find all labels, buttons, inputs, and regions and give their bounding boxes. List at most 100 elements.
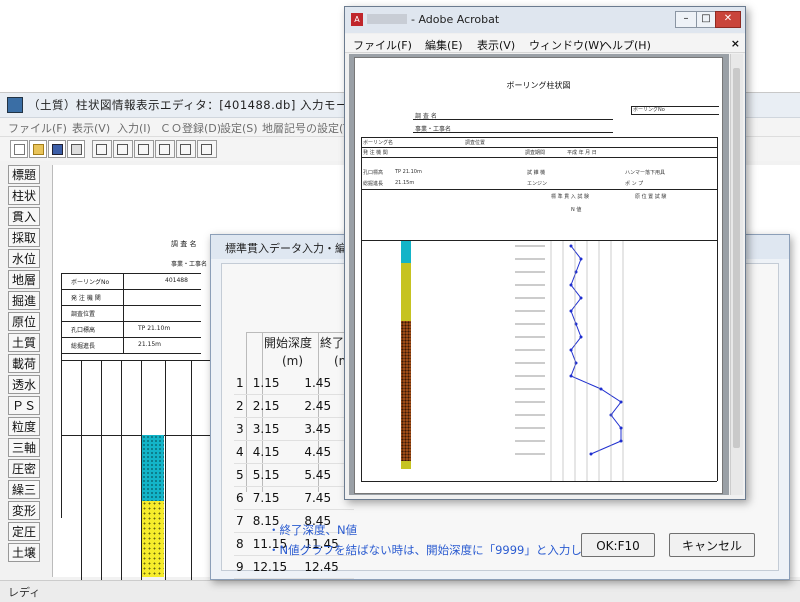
- toolbar-btn-4-icon[interactable]: [155, 140, 175, 158]
- side-button[interactable]: 地層: [8, 270, 40, 289]
- side-button[interactable]: 柱状: [8, 186, 40, 205]
- side-button[interactable]: 透水: [8, 375, 40, 394]
- sheet-row-label: 発 注 機 関: [71, 295, 101, 302]
- open-folder-icon[interactable]: [29, 140, 47, 158]
- end-depth-cell[interactable]: 12.45: [302, 555, 354, 579]
- cancel-button[interactable]: キャンセル: [669, 533, 755, 557]
- close-document-icon[interactable]: ×: [731, 37, 740, 50]
- start-depth-cell[interactable]: 4.15: [250, 440, 303, 464]
- nvalue-point: [569, 374, 573, 378]
- start-depth-cell[interactable]: 1.15: [250, 372, 303, 395]
- side-button[interactable]: 標題: [8, 165, 40, 184]
- start-depth-cell[interactable]: 5.15: [250, 463, 303, 487]
- nvalue-point: [569, 348, 573, 352]
- row-number: 3: [234, 417, 251, 441]
- menu-input[interactable]: 入力(I): [117, 120, 151, 136]
- nvalue-point: [569, 283, 573, 287]
- acro-menu-help[interactable]: ヘルプ(H): [601, 37, 651, 53]
- side-button[interactable]: 掘進: [8, 291, 40, 310]
- side-button[interactable]: 貫入: [8, 207, 40, 226]
- status-text: レディ: [8, 586, 41, 599]
- acro-menu-window[interactable]: ウィンドウ(W): [529, 37, 603, 53]
- acrobat-title-bar: A - Adobe Acrobat – □ ✕: [345, 7, 745, 33]
- document-view: ボーリング柱状図 調 査 名 事業・工事名 ボーリングNo ボーリング名 調査位…: [349, 54, 729, 495]
- table-row[interactable]: 4 4.15 4.45: [234, 440, 354, 464]
- menu-file[interactable]: ファイル(F): [8, 120, 67, 136]
- side-button[interactable]: 三軸: [8, 438, 40, 457]
- row-number: 2: [234, 394, 251, 418]
- start-depth-cell[interactable]: 7.15: [250, 486, 303, 510]
- ok-button[interactable]: OK:F10: [581, 533, 655, 557]
- side-button[interactable]: 採取: [8, 228, 40, 247]
- nvalue-point: [579, 335, 583, 339]
- side-button[interactable]: 土質: [8, 333, 40, 352]
- print-icon[interactable]: [67, 140, 85, 158]
- side-button[interactable]: 粒度: [8, 417, 40, 436]
- nvalue-point: [599, 387, 603, 391]
- nvalue-point: [619, 439, 623, 443]
- side-button[interactable]: 水位: [8, 249, 40, 268]
- row-number: 7: [234, 509, 251, 533]
- note-end-depth: ・終了深度、N値: [268, 523, 358, 537]
- soil-layer-clay: [142, 435, 164, 501]
- pdf-page: ボーリング柱状図 調 査 名 事業・工事名 ボーリングNo ボーリング名 調査位…: [354, 57, 723, 494]
- side-button[interactable]: 原位: [8, 312, 40, 331]
- sheet-row-value: TP 21.10m: [138, 325, 171, 332]
- status-bar: レディ: [0, 580, 800, 602]
- table-row[interactable]: 3 3.15 3.45: [234, 417, 354, 441]
- start-depth-cell[interactable]: 12.15: [250, 555, 303, 579]
- menu-settings[interactable]: 設定(S): [220, 120, 258, 136]
- menu-register[interactable]: ＣＯ登録(D): [160, 120, 221, 136]
- col-header-start-unit: (m): [282, 354, 304, 368]
- acro-menu-view[interactable]: 表示(V): [477, 37, 515, 53]
- row-number: 1: [234, 372, 251, 395]
- dialog-title: 標準貫入データ入力・編集: [225, 242, 357, 255]
- table-row[interactable]: 5 5.15 5.45: [234, 463, 354, 487]
- nvalue-graph: [515, 241, 624, 481]
- acro-menu-edit[interactable]: 編集(E): [425, 37, 463, 53]
- start-depth-cell[interactable]: 3.15: [250, 417, 303, 441]
- save-icon[interactable]: [48, 140, 66, 158]
- toolbar-btn-2-icon[interactable]: [113, 140, 133, 158]
- toolbar-btn-1-icon[interactable]: [92, 140, 112, 158]
- menu-view[interactable]: 表示(V): [72, 120, 110, 136]
- minimize-icon[interactable]: –: [675, 11, 697, 28]
- scroll-thumb[interactable]: [733, 68, 740, 448]
- side-button[interactable]: 定圧: [8, 522, 40, 541]
- table-row[interactable]: 6 7.15 7.45: [234, 486, 354, 510]
- row-number: 8: [234, 532, 251, 556]
- row-number: 6: [234, 486, 251, 510]
- nvalue-point: [619, 400, 623, 404]
- sheet-row-label: 孔口標高: [71, 327, 96, 334]
- side-button[interactable]: 繰三: [8, 480, 40, 499]
- toolbar-btn-6-icon[interactable]: [197, 140, 217, 158]
- soil-layer-sand: [142, 501, 164, 577]
- nvalue-point: [619, 426, 623, 430]
- acrobat-window: A - Adobe Acrobat – □ ✕ ファイル(F) 編集(E) 表示…: [344, 6, 746, 500]
- side-button[interactable]: 土壌: [8, 543, 40, 562]
- nvalue-point: [579, 296, 583, 300]
- row-number: 9: [234, 555, 251, 579]
- side-button[interactable]: 載荷: [8, 354, 40, 373]
- maximize-icon[interactable]: □: [696, 11, 716, 28]
- acrobat-scrollbar[interactable]: [730, 54, 743, 495]
- new-file-icon[interactable]: [10, 140, 28, 158]
- menu-layer-symbols[interactable]: 地層記号の設定(T): [262, 120, 354, 136]
- start-depth-cell[interactable]: 2.15: [250, 394, 303, 418]
- toolbar-btn-3-icon[interactable]: [134, 140, 154, 158]
- row-number: 5: [234, 463, 251, 487]
- acrobat-menu-bar: ファイル(F) 編集(E) 表示(V) ウィンドウ(W) ヘルプ(H) ×: [345, 34, 745, 53]
- acro-menu-file[interactable]: ファイル(F): [353, 37, 412, 53]
- toolbar-btn-5-icon[interactable]: [176, 140, 196, 158]
- nvalue-point: [589, 452, 593, 456]
- acrobat-title: - Adobe Acrobat: [411, 13, 500, 26]
- side-button[interactable]: 圧密: [8, 459, 40, 478]
- table-row[interactable]: 1 1.15 1.45: [234, 372, 354, 395]
- sheet-row-label: 総掘進長: [71, 343, 96, 350]
- side-button[interactable]: ＰＳ: [8, 396, 40, 415]
- table-row[interactable]: 2 2.15 2.45: [234, 394, 354, 418]
- table-row[interactable]: 9 12.15 12.45: [234, 555, 354, 579]
- close-icon[interactable]: ✕: [715, 11, 741, 28]
- nvalue-line: [570, 245, 622, 455]
- side-button[interactable]: 変形: [8, 501, 40, 520]
